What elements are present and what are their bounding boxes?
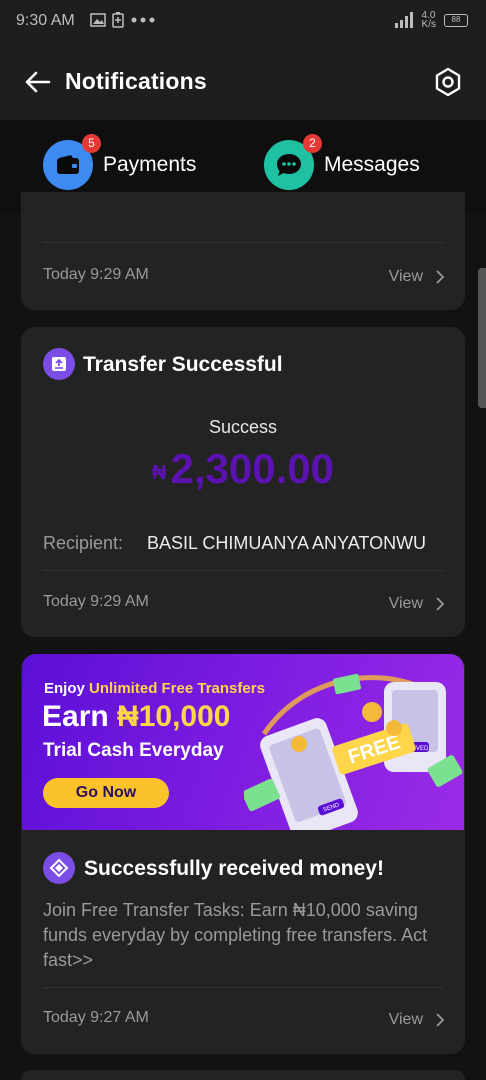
notification-body: Join Free Transfer Tasks: Earn ₦10,000 s… (43, 900, 428, 970)
status-icons (90, 12, 156, 28)
tab-payments-label: Payments (103, 153, 197, 176)
transfer-amount: ₦2,300.00 (21, 445, 465, 493)
currency-symbol: ₦ (152, 462, 167, 484)
status-bar: 9:30 AM 4.0 K/s 88 (0, 0, 486, 44)
scrollbar-thumb[interactable] (478, 268, 486, 408)
card-title: Transfer Successful (83, 353, 283, 376)
received-money-icon (43, 852, 75, 884)
network-speed: 4.0 K/s (421, 10, 436, 30)
card-divider (43, 987, 443, 988)
view-link[interactable]: View (389, 268, 445, 286)
notification-time: Today 9:27 AM (43, 1009, 149, 1026)
tab-messages[interactable]: 2 Messages (264, 134, 420, 190)
payments-badge: 5 (82, 134, 101, 153)
page-title: Notifications (65, 68, 207, 94)
notification-card-peek (21, 1070, 465, 1080)
notification-time: Today 9:29 AM (43, 593, 149, 610)
chevron-right-icon (436, 597, 445, 611)
image-icon (90, 13, 106, 27)
recipient-label: Recipient: (43, 533, 124, 553)
chevron-right-icon (436, 270, 445, 284)
go-now-button[interactable]: Go Now (43, 778, 169, 808)
signal-icon (394, 12, 413, 28)
promo-phones-illustration: RECEIVED SEND FREE (244, 673, 463, 830)
view-label: View (388, 1011, 423, 1028)
arrow-left-icon[interactable] (22, 66, 54, 98)
recipient-value: BASIL CHIMUANYA ANYATONWU (147, 533, 427, 553)
view-label: View (388, 268, 423, 285)
notification-time: Today 9:29 AM (43, 266, 149, 283)
view-link[interactable]: View (389, 1011, 445, 1029)
wallet-icon: 5 (43, 134, 101, 190)
tab-messages-label: Messages (324, 153, 420, 176)
chat-bubble-icon: 2 (264, 134, 322, 190)
promo-line-2: Earn ₦10,000 (42, 700, 231, 733)
more-dots-icon (131, 17, 155, 23)
promo-line-3: Trial Cash Everyday (43, 740, 224, 761)
tab-payments[interactable]: 5 Payments (43, 134, 197, 190)
card-title: Successfully received money! (84, 857, 384, 880)
transfer-card[interactable]: Transfer Successful Success ₦2,300.00 Re… (21, 327, 465, 637)
notification-card: Today 9:29 AM View (21, 192, 465, 310)
promo-banner[interactable]: Enjoy Unlimited Free Transfers Earn ₦10,… (22, 654, 464, 830)
status-time: 9:30 AM (16, 12, 75, 29)
app-bar: Notifications (0, 44, 486, 120)
view-label: View (388, 595, 423, 612)
settings-hexagon-icon[interactable] (432, 66, 464, 98)
amount-value: 2,300.00 (170, 445, 334, 492)
battery-icon: 88 (444, 13, 468, 27)
chevron-right-icon (436, 1013, 445, 1027)
messages-badge: 2 (303, 134, 322, 153)
status-right: 4.0 K/s 88 (394, 10, 468, 30)
card-divider (43, 242, 443, 243)
view-link[interactable]: View (389, 595, 445, 613)
card-divider (43, 570, 443, 571)
transfer-icon (43, 348, 75, 380)
battery-saver-icon (112, 12, 124, 28)
transfer-status: Success (208, 417, 278, 437)
promo-line-1: Enjoy Unlimited Free Transfers (44, 680, 265, 697)
